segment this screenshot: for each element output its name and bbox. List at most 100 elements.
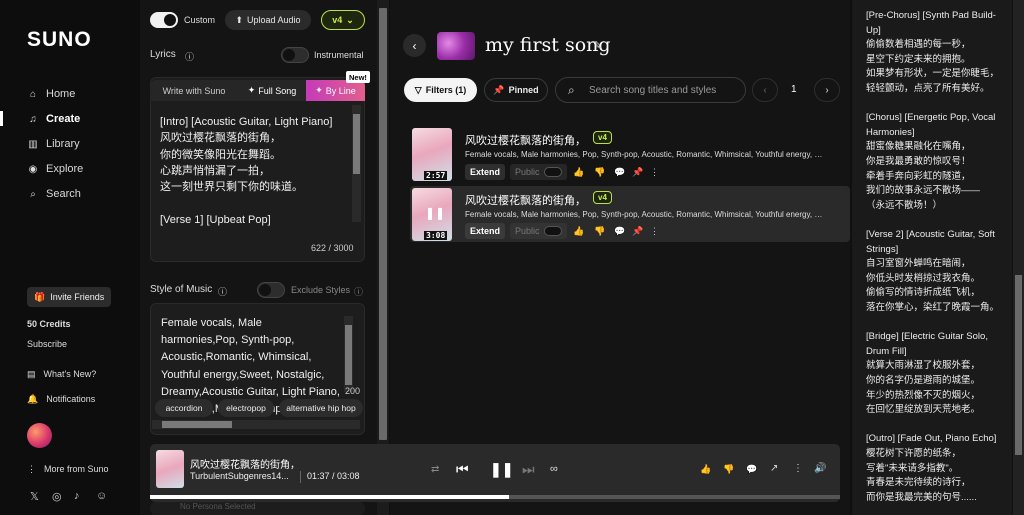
lyrics-scroll-thumb[interactable] — [353, 114, 360, 174]
extend-button[interactable]: Extend — [465, 223, 506, 239]
whats-new-link[interactable]: ▤ What's New? — [27, 369, 96, 380]
comment-icon[interactable]: 💬 — [614, 226, 625, 237]
next-page-button[interactable]: › — [814, 78, 840, 102]
player-title[interactable]: 风吹过樱花飘落的街角， — [190, 456, 300, 471]
volume-icon[interactable]: 🔊 — [814, 463, 826, 474]
info-icon[interactable]: ⓘ — [185, 50, 194, 63]
comment-icon[interactable]: 💬 — [746, 464, 757, 475]
notifications-link[interactable]: 🔔 Notifications — [27, 394, 95, 405]
player-cover[interactable] — [156, 450, 184, 488]
lyrics-line: 你低头时发梢掠过我衣角。 — [866, 272, 981, 284]
song-cover[interactable]: 2:57 — [412, 128, 452, 181]
more-from-suno-link[interactable]: ⋮ More from Suno — [27, 464, 109, 475]
shuffle-icon[interactable]: ⇄ — [431, 464, 439, 475]
progress-track[interactable] — [150, 495, 840, 499]
tags-scrollbar[interactable] — [152, 420, 360, 429]
lyrics-line: 如果梦有形状，一定是你睫毛， — [866, 68, 1000, 80]
public-toggle[interactable]: Public — [510, 164, 567, 180]
lyrics-line: [Outro] [Fade Out, Piano Echo] — [866, 433, 997, 445]
tags-scroll-thumb[interactable] — [162, 421, 232, 428]
nav-home[interactable]: ⌂ Home — [28, 88, 75, 100]
model-select[interactable]: v4 ⌄ — [321, 10, 365, 30]
previous-icon[interactable]: ⏮ — [456, 461, 469, 478]
song-title[interactable]: 风吹过樱花飘落的街角， — [465, 132, 586, 148]
upload-audio-button[interactable]: ⬆ Upload Audio — [225, 10, 311, 30]
instrumental-toggle[interactable] — [281, 47, 309, 63]
scroll-thumb[interactable] — [1015, 275, 1022, 455]
suno-logo[interactable]: SUNO — [27, 28, 92, 52]
pause-icon[interactable]: ❚❚ — [490, 461, 513, 478]
public-toggle[interactable]: Public — [510, 223, 567, 239]
nav-search[interactable]: ⌕ Search — [28, 188, 81, 200]
extend-button[interactable]: Extend — [465, 164, 506, 180]
pin-icon[interactable]: 📌 — [632, 226, 643, 237]
song-title[interactable]: 风吹过樱花飘落的街角， — [465, 192, 586, 208]
player-artist[interactable]: TurbulentSubgenres14... — [190, 471, 289, 481]
tab-full-song[interactable]: ✦ Full Song — [238, 80, 306, 101]
dislike-icon[interactable]: 👎 — [723, 464, 734, 475]
info-icon[interactable]: ⓘ — [218, 285, 227, 298]
tab-write-with-suno[interactable]: Write with Suno — [150, 80, 238, 101]
lyrics-line: 甜蜜像糖果融化在嘴角， — [866, 141, 971, 153]
lyrics-scrollbar[interactable] — [352, 105, 361, 222]
public-switch[interactable] — [544, 226, 562, 236]
avatar[interactable] — [27, 423, 52, 448]
more-options-icon[interactable]: ⋮ — [793, 463, 803, 474]
style-scrollbar[interactable] — [344, 316, 353, 392]
tab-by-line[interactable]: ✦ By Line — [306, 80, 365, 101]
playback-bar: 风吹过樱花飘落的街角， TurbulentSubgenres14... 01:3… — [150, 444, 840, 502]
lyrics-mode-tabs: Write with Suno ✦ Full Song ✦ By Line — [150, 80, 365, 101]
create-panel-scrollbar[interactable] — [377, 0, 389, 515]
back-button[interactable]: ‹ — [403, 34, 426, 57]
pin-icon[interactable]: 📌 — [632, 167, 643, 178]
exclude-styles-toggle[interactable] — [257, 282, 285, 298]
more-options-icon[interactable]: ⋮ — [650, 167, 659, 178]
gift-icon: 🎁 — [34, 291, 46, 302]
like-icon[interactable]: 👍 — [700, 464, 711, 475]
custom-toggle[interactable] — [150, 12, 178, 28]
discord-icon[interactable]: ☺ — [96, 490, 107, 502]
instagram-icon[interactable]: ◎ — [52, 490, 62, 503]
nav-explore[interactable]: ◉ Explore — [28, 163, 84, 175]
info-icon[interactable]: ⓘ — [354, 285, 363, 298]
style-tag[interactable]: electropop — [218, 399, 274, 417]
nav-library[interactable]: ▥ Library — [28, 138, 79, 150]
lyrics-line: [Bridge] [Electric Guitar Solo, — [866, 331, 988, 343]
like-icon[interactable]: 👍 — [573, 226, 584, 237]
pencil-icon[interactable]: ✎ — [593, 39, 602, 52]
lyrics-line: （永远不散场！） — [866, 199, 943, 211]
lyrics-textarea[interactable]: [Intro] [Acoustic Guitar, Light Piano] 风… — [160, 114, 340, 234]
public-switch[interactable] — [544, 167, 562, 177]
more-options-icon[interactable]: ⋮ — [650, 226, 659, 237]
prev-page-button[interactable]: ‹ — [752, 78, 778, 102]
like-icon[interactable]: 👍 — [573, 167, 584, 178]
dislike-icon[interactable]: 👎 — [594, 167, 605, 178]
next-icon[interactable]: ⏭ — [522, 461, 535, 478]
lyrics-line: 年少的热烈像不灭的烟火， — [866, 389, 981, 401]
tiktok-icon[interactable]: ♪ — [74, 490, 80, 502]
song-cover[interactable]: ❚❚ 3:08 — [412, 188, 452, 241]
filters-button[interactable]: ▽ Filters (1) — [404, 78, 477, 102]
song-styles: Female vocals, Male harmonies, Pop, Synt… — [465, 210, 827, 219]
comment-icon[interactable]: 💬 — [614, 167, 625, 178]
song-row[interactable]: ❚❚ 3:08 风吹过樱花飘落的街角， v4 Female vocals, Mal… — [410, 186, 850, 242]
dislike-icon[interactable]: 👎 — [594, 226, 605, 237]
subscribe-link[interactable]: Subscribe — [27, 339, 67, 349]
song-row[interactable]: 2:57 风吹过樱花飘落的街角， v4 Female vocals, Male … — [410, 127, 850, 183]
x-icon[interactable]: 𝕏 — [30, 490, 39, 503]
share-icon[interactable]: ↗ — [770, 463, 778, 474]
scroll-thumb[interactable] — [379, 8, 387, 440]
style-scroll-thumb[interactable] — [345, 325, 352, 385]
link-icon[interactable]: ∞ — [550, 463, 558, 475]
style-tag[interactable]: alternative hip hop — [279, 399, 363, 417]
style-tag[interactable]: accordion — [155, 399, 213, 417]
invite-friends-button[interactable]: 🎁 Invite Friends — [27, 287, 112, 307]
pause-icon[interactable]: ❚❚ — [425, 206, 445, 220]
nav-create[interactable]: ♫ Create — [28, 113, 80, 125]
pinned-button[interactable]: 📌 Pinned — [484, 78, 548, 102]
persona-select[interactable]: No Persona Selected — [150, 502, 365, 515]
search-input[interactable]: ⌕ Search song titles and styles — [555, 77, 746, 103]
lyrics-panel-scrollbar[interactable] — [1013, 0, 1024, 515]
filters-label: Filters (1) — [425, 85, 467, 95]
style-char-count: 200 — [345, 386, 361, 396]
